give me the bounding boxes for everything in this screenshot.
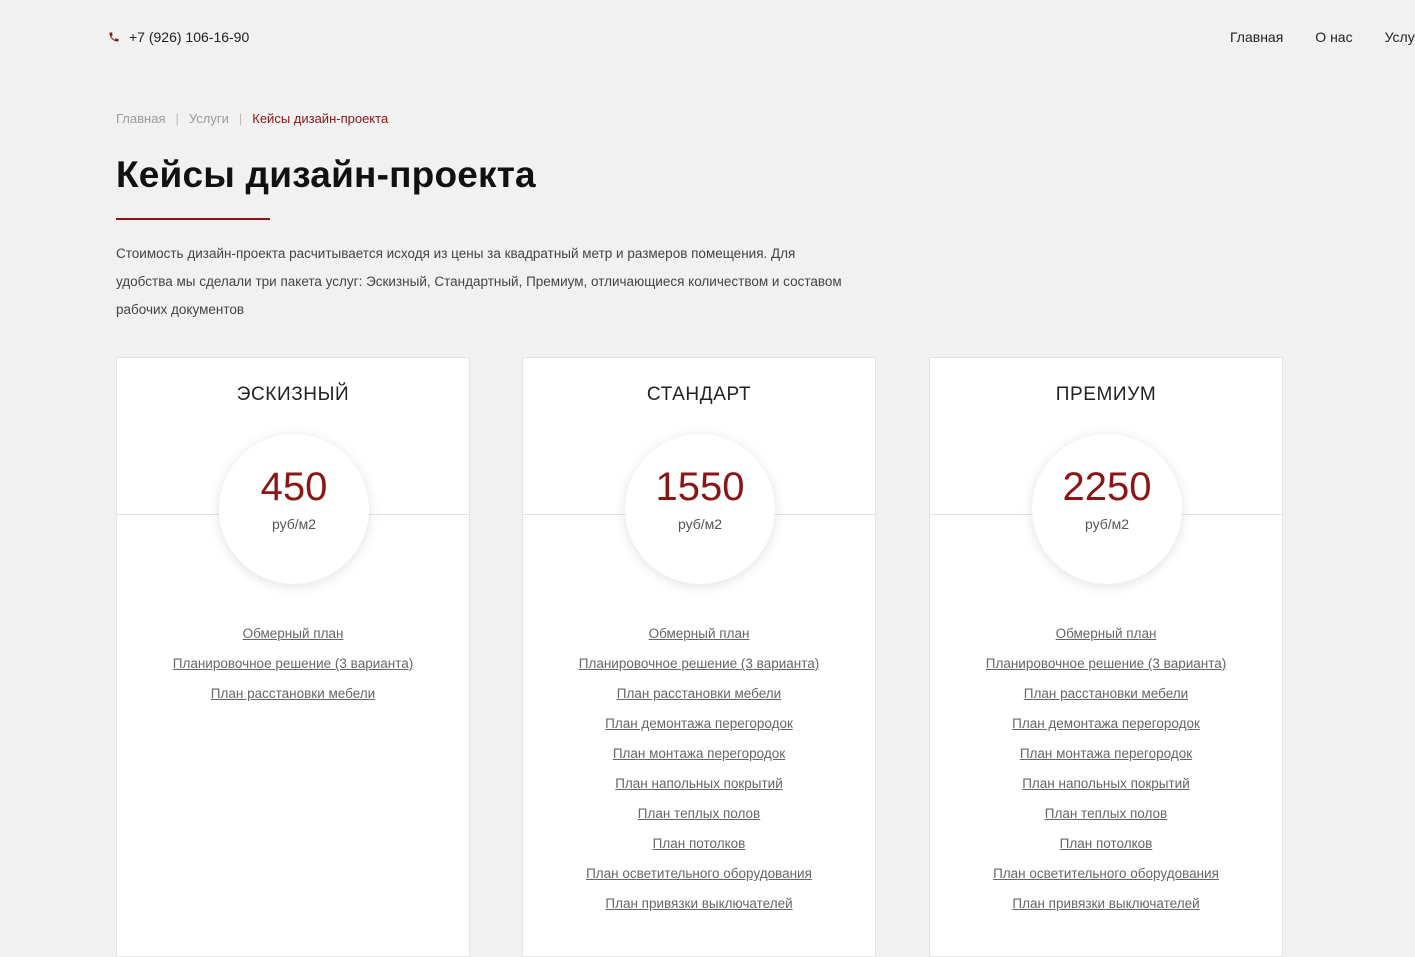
phone-number: +7 (926) 106-16-90 xyxy=(129,29,250,45)
feature-item: План напольных покрытий xyxy=(523,772,875,802)
feature-item: План монтажа перегородок xyxy=(930,742,1282,772)
feature-item: План привязки выключателей xyxy=(523,892,875,922)
nav-item-about[interactable]: О нас xyxy=(1315,29,1352,45)
feature-list: Обмерный план Планировочное решение (3 ва… xyxy=(930,622,1282,922)
feature-item: План расстановки мебели xyxy=(117,682,469,712)
pricing-card: СТАНДАРТ 1550 руб/м2 Обмерный план Планирово… xyxy=(522,357,876,957)
intro-text: Стоимость дизайн-проекта расчитывается и… xyxy=(116,246,842,317)
price-unit: руб/м2 xyxy=(1084,516,1130,532)
plan-price: 2250 xyxy=(1062,465,1152,509)
feature-item: Планировочное решение (3 варианта) xyxy=(523,652,875,682)
phone-icon xyxy=(109,32,119,42)
feature-item: План демонтажа перегородок xyxy=(523,712,875,742)
plan-name: СТАНДАРТ xyxy=(646,384,752,405)
page-title: Кейсы дизайн-проекта xyxy=(116,154,536,195)
title-underline xyxy=(116,218,270,220)
pricing-card: ПРЕМИУМ 2250 руб/м2 Обмерный план Планировоч… xyxy=(929,357,1283,957)
breadcrumb-current: Кейсы дизайн-проекта xyxy=(252,111,389,126)
nav-item-home[interactable]: Главная xyxy=(1230,29,1283,45)
feature-link[interactable]: План привязки выключателей xyxy=(1012,896,1199,911)
feature-link[interactable]: Планировочное решение (3 варианта) xyxy=(986,656,1227,671)
breadcrumb-separator: | xyxy=(238,111,243,126)
feature-item: Обмерный план xyxy=(930,622,1282,652)
feature-link[interactable]: Обмерный план xyxy=(649,626,750,641)
feature-item: Планировочное решение (3 варианта) xyxy=(117,652,469,682)
feature-item: План монтажа перегородок xyxy=(523,742,875,772)
plan-name: ПРЕМИУМ xyxy=(1055,384,1157,405)
pricing-card: ЭСКИЗНЫЙ 450 руб/м2 Обмерный план Планировоч… xyxy=(116,357,470,957)
feature-item: Обмерный план xyxy=(117,622,469,652)
breadcrumb-services[interactable]: Услуги xyxy=(189,111,229,126)
feature-item: План напольных покрытий xyxy=(930,772,1282,802)
price-unit: руб/м2 xyxy=(271,516,317,532)
feature-item: План осветительного оборудования xyxy=(930,862,1282,892)
feature-link[interactable]: План расстановки мебели xyxy=(617,686,781,701)
feature-item: План осветительного оборудования xyxy=(523,862,875,892)
feature-link[interactable]: План демонтажа перегородок xyxy=(1012,716,1200,731)
top-bar: +7 (926) 106-16-90 Главная О нас Услуги xyxy=(0,0,1415,76)
feature-item: План расстановки мебели xyxy=(930,682,1282,712)
feature-link[interactable]: План демонтажа перегородок xyxy=(605,716,793,731)
feature-link[interactable]: План напольных покрытий xyxy=(1022,776,1190,791)
feature-item: План теплых полов xyxy=(930,802,1282,832)
feature-item: Обмерный план xyxy=(523,622,875,652)
feature-link[interactable]: Обмерный план xyxy=(1056,626,1157,641)
feature-link[interactable]: План напольных покрытий xyxy=(615,776,783,791)
feature-item: Планировочное решение (3 варианта) xyxy=(930,652,1282,682)
feature-link[interactable]: План теплых полов xyxy=(638,806,760,821)
main-nav: Главная О нас Услуги xyxy=(1230,29,1415,45)
breadcrumb: Главная | Услуги | Кейсы дизайн-проекта xyxy=(116,111,388,126)
feature-item: План привязки выключателей xyxy=(930,892,1282,922)
feature-item: План расстановки мебели xyxy=(523,682,875,712)
feature-link[interactable]: Планировочное решение (3 варианта) xyxy=(173,656,414,671)
feature-link[interactable]: План расстановки мебели xyxy=(211,686,375,701)
nav-item-services[interactable]: Услуги xyxy=(1385,29,1415,45)
feature-link[interactable]: План монтажа перегородок xyxy=(613,746,785,761)
feature-link[interactable]: План монтажа перегородок xyxy=(1020,746,1192,761)
feature-link[interactable]: Обмерный план xyxy=(243,626,344,641)
price-unit: руб/м2 xyxy=(677,516,723,532)
feature-item: План демонтажа перегородок xyxy=(930,712,1282,742)
breadcrumb-separator: | xyxy=(175,111,179,126)
feature-link[interactable]: Планировочное решение (3 варианта) xyxy=(579,656,820,671)
feature-link[interactable]: План потолков xyxy=(1060,836,1153,851)
price-circle: 2250 руб/м2 xyxy=(1032,434,1182,584)
feature-link[interactable]: План теплых полов xyxy=(1045,806,1167,821)
plan-price: 450 xyxy=(260,465,328,509)
feature-list: Обмерный план Планировочное решение (3 ва… xyxy=(117,622,469,712)
price-circle: 1550 руб/м2 xyxy=(625,434,775,584)
feature-link[interactable]: План расстановки мебели xyxy=(1024,686,1188,701)
feature-list: Обмерный план Планировочное решение (3 ва… xyxy=(523,622,875,922)
feature-link[interactable]: План привязки выключателей xyxy=(605,896,792,911)
feature-link[interactable]: План осветительного оборудования xyxy=(993,866,1219,881)
price-circle: 450 руб/м2 xyxy=(219,434,369,584)
feature-item: План потолков xyxy=(523,832,875,862)
feature-item: План потолков xyxy=(930,832,1282,862)
feature-item: План теплых полов xyxy=(523,802,875,832)
phone-link[interactable]: +7 (926) 106-16-90 xyxy=(108,29,249,45)
plan-price: 1550 xyxy=(655,465,745,509)
plan-name: ЭСКИЗНЫЙ xyxy=(236,384,350,405)
breadcrumb-home[interactable]: Главная xyxy=(116,111,165,126)
feature-link[interactable]: План потолков xyxy=(653,836,746,851)
feature-link[interactable]: План осветительного оборудования xyxy=(586,866,812,881)
